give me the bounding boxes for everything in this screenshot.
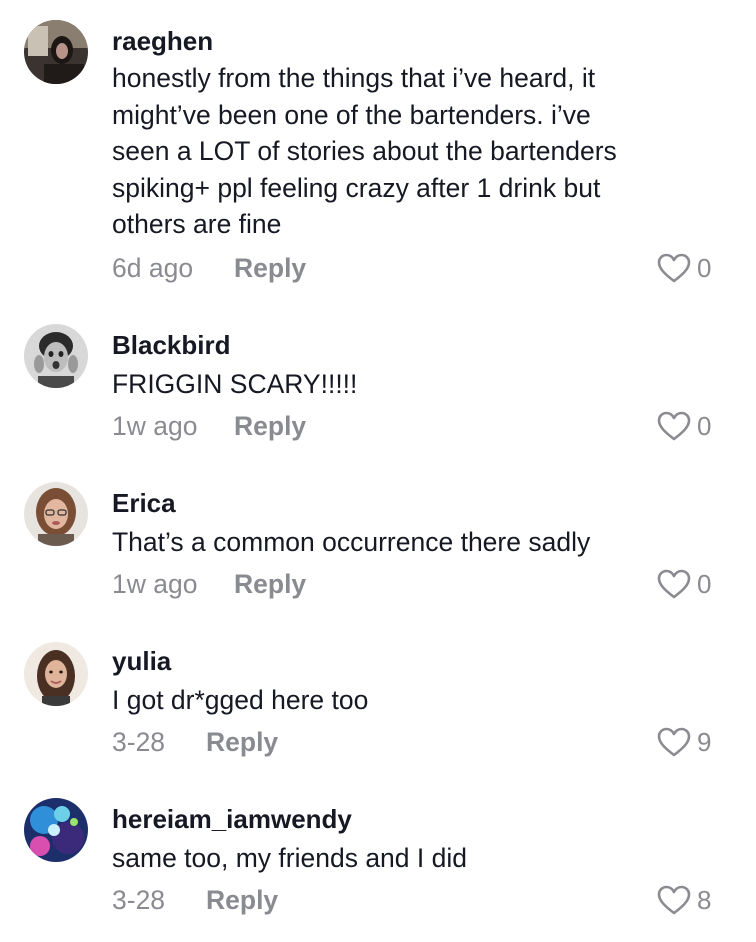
avatar[interactable] — [24, 798, 88, 862]
like-count: 0 — [697, 569, 712, 599]
comment-text-line: I got dr*gged here too — [112, 685, 369, 715]
avatar[interactable] — [24, 20, 88, 84]
like-button[interactable]: 0 — [657, 252, 711, 284]
comment-username[interactable]: raeghen — [112, 26, 213, 56]
like-count: 9 — [697, 727, 712, 757]
heart-outline-icon — [657, 569, 691, 599]
comment-text-line: others are fine — [112, 209, 282, 239]
avatar[interactable] — [24, 324, 88, 388]
comment-timestamp: 3-28 — [112, 885, 166, 915]
comment-text-line: same too, my friends and I did — [112, 843, 467, 873]
comment-text: I got dr*gged here too — [112, 682, 702, 719]
heart-outline-icon — [657, 411, 691, 441]
comment-text: That’s a common occurrence there sadly — [112, 524, 702, 561]
comment-text-line: That’s a common occurrence there sadly — [112, 527, 591, 557]
reply-button[interactable]: Reply — [234, 568, 306, 600]
comment-timestamp: 3-28 — [112, 727, 166, 757]
comment-timestamp: 1w ago — [112, 411, 198, 441]
comment: yulia I got dr*gged here too 3-28 Reply … — [0, 618, 756, 778]
comment-text-line: honestly from the things that i’ve heard… — [112, 63, 596, 93]
like-button[interactable]: 0 — [657, 568, 711, 600]
comment-text: same too, my friends and I did — [112, 840, 702, 877]
comment: hereiam_iamwendy same too, my friends an… — [0, 778, 756, 942]
comment-text-line: might’ve been one of the bartenders. i’v… — [112, 99, 591, 130]
heart-outline-icon — [657, 885, 691, 915]
heart-outline-icon — [657, 727, 691, 757]
comment-text-line: spiking+ ppl feeling crazy after 1 drink… — [112, 172, 601, 203]
like-count: 0 — [697, 253, 712, 283]
reply-button[interactable]: Reply — [206, 726, 278, 758]
comment-username[interactable]: hereiam_iamwendy — [112, 804, 352, 834]
reply-button[interactable]: Reply — [234, 410, 306, 442]
comment-text-line: FRIGGIN SCARY!!!!! — [112, 369, 358, 399]
comment-username[interactable]: yulia — [112, 646, 171, 676]
reply-button[interactable]: Reply — [206, 884, 278, 916]
comment: Erica That’s a common occurrence there s… — [0, 460, 756, 618]
heart-outline-icon — [657, 253, 691, 283]
like-button[interactable]: 0 — [657, 410, 711, 442]
comment-text-line: seen a LOT of stories about the bartende… — [112, 136, 617, 166]
comment-timestamp: 1w ago — [112, 569, 198, 599]
like-button[interactable]: 8 — [657, 884, 711, 916]
comment: Blackbird FRIGGIN SCARY!!!!! 1w ago Repl… — [0, 300, 756, 460]
comment-username[interactable]: Erica — [112, 488, 176, 518]
like-button[interactable]: 9 — [657, 726, 711, 758]
comment-text: honestly from the things that i’ve heard… — [112, 60, 702, 243]
like-count: 8 — [697, 885, 712, 915]
comment-timestamp: 6d ago — [112, 253, 194, 283]
comment: raeghen honestly from the things that i’… — [0, 0, 756, 300]
avatar[interactable] — [24, 482, 88, 546]
avatar[interactable] — [24, 642, 88, 706]
reply-button[interactable]: Reply — [234, 252, 306, 284]
comment-text: FRIGGIN SCARY!!!!! — [112, 366, 702, 403]
comment-username[interactable]: Blackbird — [112, 330, 231, 360]
like-count: 0 — [697, 411, 712, 441]
